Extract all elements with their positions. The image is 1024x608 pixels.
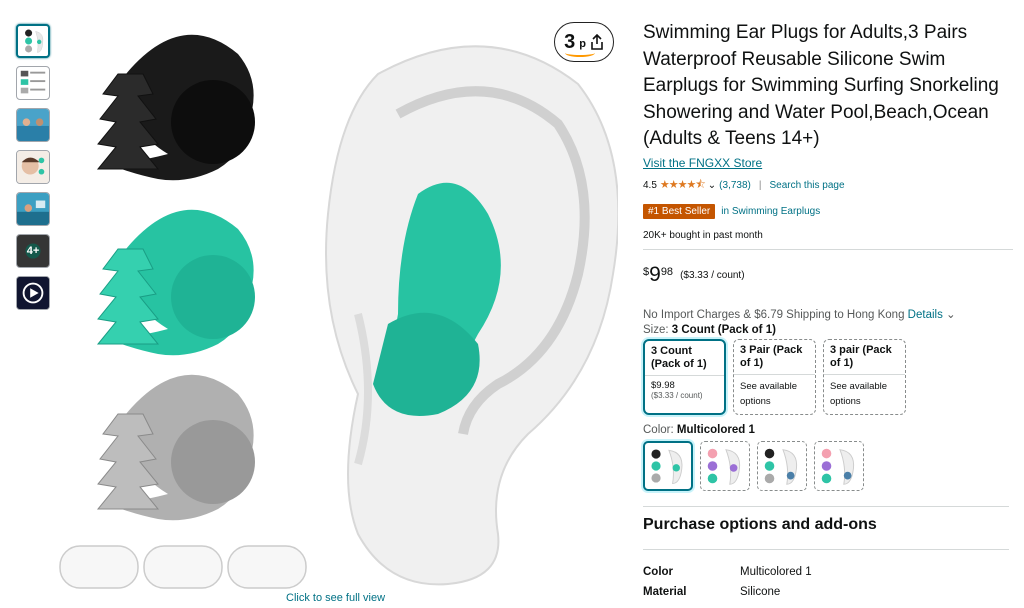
size-option-3-count[interactable]: 3 Count (Pack of 1) $9.98 ($3.33 / count…: [643, 338, 726, 415]
rating-value: 4.5: [643, 179, 657, 191]
search-this-page-link[interactable]: Search this page: [769, 180, 844, 191]
divider: [824, 373, 905, 375]
color-swatch-multicolored-1[interactable]: [643, 440, 693, 491]
rating-row: 4.5 ★★★★⯪ ⌄ (3,738) | Search this page: [643, 176, 1013, 195]
ear-image: [325, 45, 618, 586]
best-seller-category-link[interactable]: in Swimming Earplugs: [721, 206, 820, 217]
smile-icon: [565, 49, 595, 57]
storage-cases-image: [59, 545, 307, 589]
teal-earplug-image: [96, 209, 255, 356]
color-swatches: [643, 440, 1013, 491]
best-seller-badge[interactable]: #1 Best Seller: [643, 203, 716, 219]
size-options: 3 Count (Pack of 1) $9.98 ($3.33 / count…: [643, 338, 1013, 415]
product-title: Swimming Ear Plugs for Adults,3 Pairs Wa…: [643, 22, 999, 149]
price-fraction: 98: [660, 265, 674, 278]
main-product-image[interactable]: [58, 14, 618, 594]
thumbnail-5[interactable]: [16, 192, 50, 226]
thumbnail-column: 4+: [16, 24, 52, 318]
attribute-row: Material Silicone: [643, 586, 1013, 598]
thumbnail-4[interactable]: [16, 150, 50, 184]
price-per-unit: ($3.33 / count): [680, 269, 745, 281]
attribute-row: Color Multicolored 1: [643, 566, 1013, 578]
thumbnail-1[interactable]: [16, 24, 50, 58]
size-option-name: 3 Pair (Pack of 1): [740, 343, 803, 369]
price-whole: 9: [649, 262, 661, 286]
more-images-count: 4+: [17, 235, 49, 267]
size-label: Size: 3 Count (Pack of 1): [643, 324, 1013, 336]
color-swatch-multicolored-4[interactable]: [814, 440, 864, 491]
shipping-text: No Import Charges & $6.79 Shipping to Ho…: [643, 308, 905, 321]
size-option-availability: See available options: [740, 380, 798, 407]
chevron-down-icon[interactable]: ⌄: [708, 180, 716, 191]
see-full-view-link[interactable]: Click to see full view: [286, 592, 385, 604]
shipping-info: No Import Charges & $6.79 Shipping to Ho…: [643, 307, 1013, 321]
divider: [643, 548, 1009, 550]
size-option-3-pair-alt[interactable]: 3 pair (Pack of 1) See available options: [823, 338, 906, 415]
size-option-availability: See available options: [830, 380, 888, 407]
size-option-name: 3 pair (Pack of 1): [830, 343, 892, 369]
best-seller-row: #1 Best Seller in Swimming Earplugs: [643, 203, 1013, 219]
size-selected: 3 Count (Pack of 1): [671, 323, 776, 336]
review-count-link[interactable]: (3,738): [719, 180, 751, 191]
attribute-key: Color: [643, 565, 674, 578]
color-swatch-multicolored-2[interactable]: [700, 440, 750, 491]
color-prefix: Color:: [643, 423, 674, 436]
size-option-3-pair[interactable]: 3 Pair (Pack of 1) See available options: [733, 338, 816, 415]
color-swatch-multicolored-3[interactable]: [757, 440, 807, 491]
store-link[interactable]: Visit the FNGXX Store: [643, 156, 1013, 170]
size-option-price: $9.98: [651, 379, 675, 391]
separator: |: [758, 179, 762, 191]
bought-count: 20K+ bought in past month: [643, 229, 763, 241]
color-selected: Multicolored 1: [676, 423, 755, 436]
purchase-options-title: Purchase options and add-ons: [643, 515, 877, 533]
attribute-key: Material: [643, 585, 687, 598]
share-icon: [591, 34, 603, 50]
gray-earplug-image: [96, 374, 255, 521]
thumbnail-2[interactable]: [16, 66, 50, 100]
divider: [643, 248, 1013, 250]
chevron-down-icon[interactable]: ⌄: [946, 309, 956, 321]
size-prefix: Size:: [643, 323, 669, 336]
shipping-details-link[interactable]: Details: [908, 309, 943, 321]
share-button[interactable]: 3 p: [554, 22, 614, 62]
product-info: Swimming Ear Plugs for Adults,3 Pairs Wa…: [643, 20, 1013, 606]
thumbnail-video[interactable]: [16, 276, 50, 310]
size-option-name: 3 Count (Pack of 1): [651, 344, 707, 370]
divider: [645, 374, 724, 376]
attribute-value: Silicone: [740, 585, 781, 598]
attribute-value: Multicolored 1: [740, 565, 812, 578]
star-rating-icon[interactable]: ★★★★⯪: [660, 176, 706, 195]
attribute-table: Color Multicolored 1 Material Silicone: [643, 566, 1013, 598]
thumbnail-3[interactable]: [16, 108, 50, 142]
play-icon: [17, 277, 49, 309]
divider: [643, 505, 1009, 507]
price: $ 9 98 ($3.33 / count): [643, 264, 1013, 285]
divider: [734, 373, 815, 375]
thumbnail-more[interactable]: 4+: [16, 234, 50, 268]
black-earplug-image: [96, 34, 255, 181]
size-option-unit-price: ($3.33 / count): [651, 390, 703, 400]
color-label: Color: Multicolored 1: [643, 424, 1013, 436]
